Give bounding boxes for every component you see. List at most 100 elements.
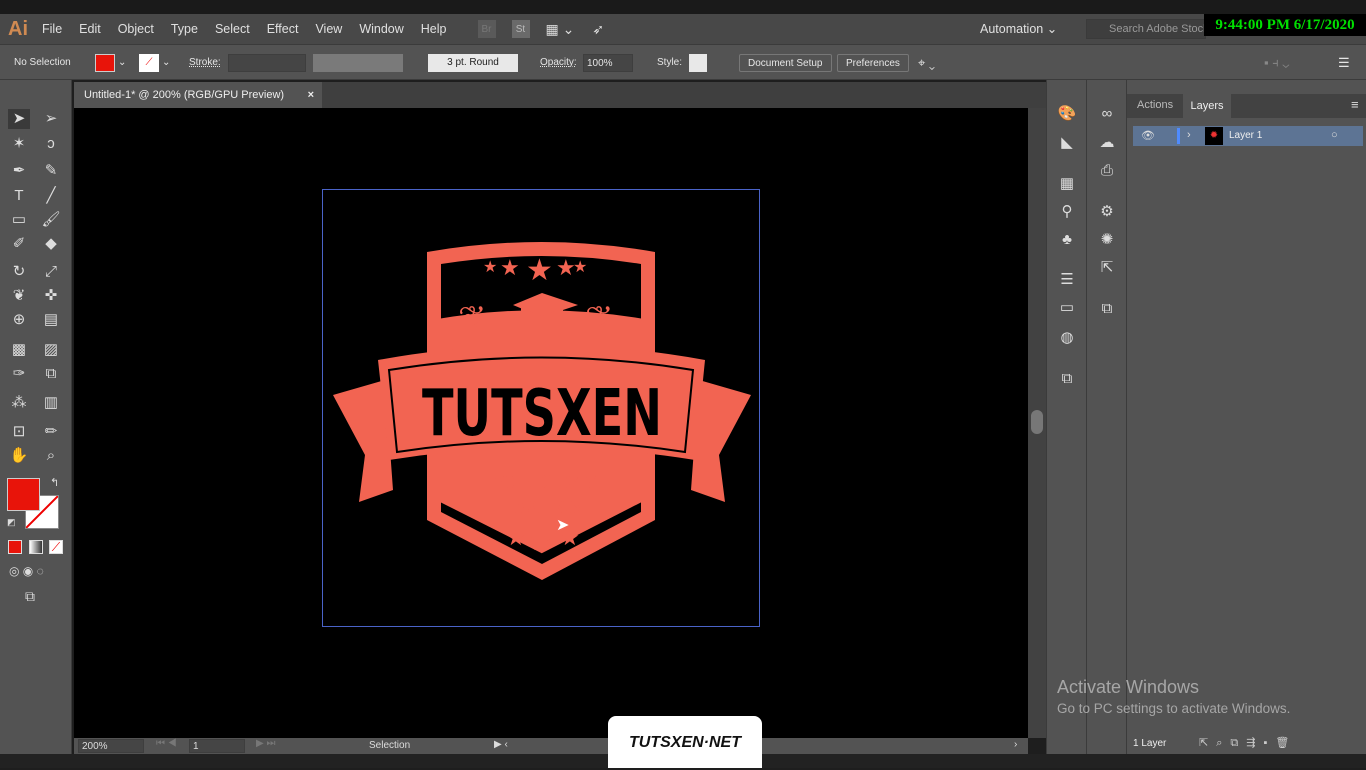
rectangle-tool-icon[interactable]: ▭: [8, 210, 30, 230]
artboard-tool-icon[interactable]: ⊡: [8, 422, 30, 442]
tab-layers[interactable]: Layers: [1183, 94, 1231, 118]
gradient-tool-icon[interactable]: ▨: [40, 340, 62, 360]
asset-export-icon[interactable]: ⎙: [1097, 161, 1117, 181]
artboard[interactable]: ★ ★ ★ ★ ★ ★ ★ ★ ❦ ❦ TUTSXEN ACADEMY TUTSXEN.NE…: [322, 189, 760, 627]
graphic-styles-icon[interactable]: ⚙: [1097, 202, 1117, 222]
menu-help[interactable]: Help: [421, 22, 447, 36]
gradient-panel-icon[interactable]: ▭: [1057, 298, 1077, 318]
document-setup-button[interactable]: Document Setup: [739, 54, 832, 72]
scroll-right-icon[interactable]: ›: [1014, 739, 1017, 750]
transparency-icon[interactable]: ◍: [1057, 328, 1077, 348]
zoom-tool-icon[interactable]: ⌕: [40, 446, 62, 466]
stock-button[interactable]: St: [511, 20, 530, 38]
mesh-tool-icon[interactable]: ▩: [8, 340, 30, 360]
artboards-panel-icon[interactable]: ⧉: [1057, 369, 1077, 389]
warp-tool-icon[interactable]: ❦: [8, 286, 30, 306]
curvature-tool-icon[interactable]: ✎: [40, 161, 62, 181]
tab-actions[interactable]: Actions: [1137, 99, 1173, 111]
panel-menu-icon[interactable]: ≡: [1351, 97, 1359, 112]
scroll-thumb[interactable]: [1031, 410, 1043, 434]
perspective-grid-icon[interactable]: ▤: [40, 310, 62, 330]
brushes-icon[interactable]: ⚲: [1057, 202, 1077, 222]
line-tool-icon[interactable]: ╱: [40, 186, 62, 206]
layer-name[interactable]: Layer 1: [1229, 130, 1262, 141]
preferences-button[interactable]: Preferences: [837, 54, 909, 72]
appearance-icon[interactable]: ✺: [1097, 230, 1117, 250]
select-similar-icon[interactable]: ⌖ ⌄: [918, 54, 935, 72]
fill-dropdown[interactable]: ⌄: [118, 54, 126, 72]
artboard-first-prev-icon[interactable]: ⏮ ◀: [156, 738, 177, 749]
menu-effect[interactable]: Effect: [267, 22, 299, 36]
stock-search-input[interactable]: Search Adobe Stock: [1086, 19, 1206, 39]
close-tab-icon[interactable]: ×: [308, 82, 314, 108]
bridge-button[interactable]: Br: [477, 20, 496, 38]
document-tab[interactable]: Untitled-1* @ 200% (RGB/GPU Preview) ×: [74, 82, 322, 108]
blend-tool-icon[interactable]: ⧉: [40, 364, 62, 384]
status-tool[interactable]: Selection: [369, 740, 410, 751]
style-swatch[interactable]: [689, 54, 707, 72]
screen-mode-icon[interactable]: ⧉: [25, 588, 35, 605]
menu-type[interactable]: Type: [171, 22, 198, 36]
status-menu-arrow-icon[interactable]: ▶ ‹: [494, 739, 508, 750]
draw-mode-icon[interactable]: ◎ ◉ ◌: [9, 564, 44, 578]
pathfinder-icon[interactable]: ⧉: [1097, 299, 1117, 319]
layer-actions-icons[interactable]: ⇱⌕⧉⇶▪🗑: [1199, 736, 1297, 750]
rotate-tool-icon[interactable]: ↻: [8, 262, 30, 282]
layer-target-icon[interactable]: ○: [1331, 129, 1338, 141]
shape-builder-icon[interactable]: ⊕: [8, 310, 30, 330]
stroke-swatch[interactable]: ⟋: [139, 54, 159, 72]
magic-wand-icon[interactable]: ✶: [8, 134, 30, 154]
opacity-label[interactable]: Opacity:: [540, 54, 577, 72]
none-mode-icon[interactable]: ⟋: [49, 540, 63, 554]
menu-object[interactable]: Object: [118, 22, 154, 36]
stroke-weight-field[interactable]: [228, 54, 306, 72]
shaper-tool-icon[interactable]: ✐: [8, 234, 30, 254]
arrange-documents-icon[interactable]: ▦ ⌄: [546, 21, 575, 38]
control-menu-icon[interactable]: ☰: [1338, 54, 1350, 72]
artboard-next-last-icon[interactable]: ▶ ⏭: [256, 738, 275, 749]
menu-edit[interactable]: Edit: [79, 22, 101, 36]
color-palette-icon[interactable]: 🎨: [1057, 104, 1077, 124]
artboard-number-field[interactable]: 1: [189, 739, 245, 753]
vertical-scrollbar[interactable]: [1028, 108, 1046, 738]
paintbrush-icon[interactable]: 🖌: [40, 210, 62, 230]
stroke-panel-icon[interactable]: ☰: [1057, 270, 1077, 290]
export-icon[interactable]: ⇱: [1097, 258, 1117, 278]
menu-window[interactable]: Window: [359, 22, 403, 36]
color-guide-icon[interactable]: ◣: [1057, 133, 1077, 153]
gradient-mode-icon[interactable]: [29, 540, 43, 554]
fill-color-swatch[interactable]: [7, 478, 40, 511]
color-mode-icon[interactable]: [8, 540, 22, 554]
gpu-rocket-icon[interactable]: ➶: [592, 21, 604, 38]
menu-view[interactable]: View: [315, 22, 342, 36]
zoom-level-field[interactable]: 200%: [78, 739, 144, 753]
opacity-field[interactable]: 100%: [583, 54, 633, 72]
direct-selection-tool-icon[interactable]: ➢: [40, 109, 62, 129]
eyedropper-icon[interactable]: ✑: [8, 364, 30, 384]
workspace-switcher[interactable]: Automation ⌄: [980, 21, 1057, 36]
symbols-icon[interactable]: ♣: [1057, 230, 1077, 250]
pen-tool-icon[interactable]: ✒: [8, 161, 30, 181]
symbol-sprayer-icon[interactable]: ⁂: [8, 393, 30, 413]
variable-width-profile[interactable]: [313, 54, 403, 72]
menu-select[interactable]: Select: [215, 22, 250, 36]
default-colors-icon[interactable]: ◩: [7, 517, 16, 528]
scale-tool-icon[interactable]: ⤢: [40, 262, 62, 282]
swap-colors-icon[interactable]: ↰: [50, 476, 59, 489]
stroke-label[interactable]: Stroke:: [189, 54, 221, 72]
stroke-dropdown[interactable]: ⌄: [162, 54, 170, 72]
links-icon[interactable]: ∞: [1097, 104, 1117, 124]
puppet-warp-icon[interactable]: ✜: [40, 286, 62, 306]
visibility-eye-icon[interactable]: 👁: [1141, 129, 1155, 142]
tutsxen-logo[interactable]: ★ ★ ★ ★ ★ ★ ★ ★ ❦ ❦ TUTSXEN ACADEMY TUTSXEN.NE…: [323, 190, 761, 628]
graph-tool-icon[interactable]: ▥: [40, 393, 62, 413]
menu-file[interactable]: File: [42, 22, 62, 36]
swatches-icon[interactable]: ▦: [1057, 174, 1077, 194]
expand-chevron-icon[interactable]: ›: [1187, 129, 1191, 141]
fill-swatch[interactable]: [95, 54, 115, 72]
lasso-icon[interactable]: ↄ: [40, 134, 62, 154]
hand-tool-icon[interactable]: ✋: [8, 446, 30, 466]
type-tool-icon[interactable]: T: [8, 186, 30, 206]
layer-row[interactable]: 👁 › ✹ Layer 1 ○: [1133, 126, 1363, 146]
slice-tool-icon[interactable]: ✏: [40, 422, 62, 442]
